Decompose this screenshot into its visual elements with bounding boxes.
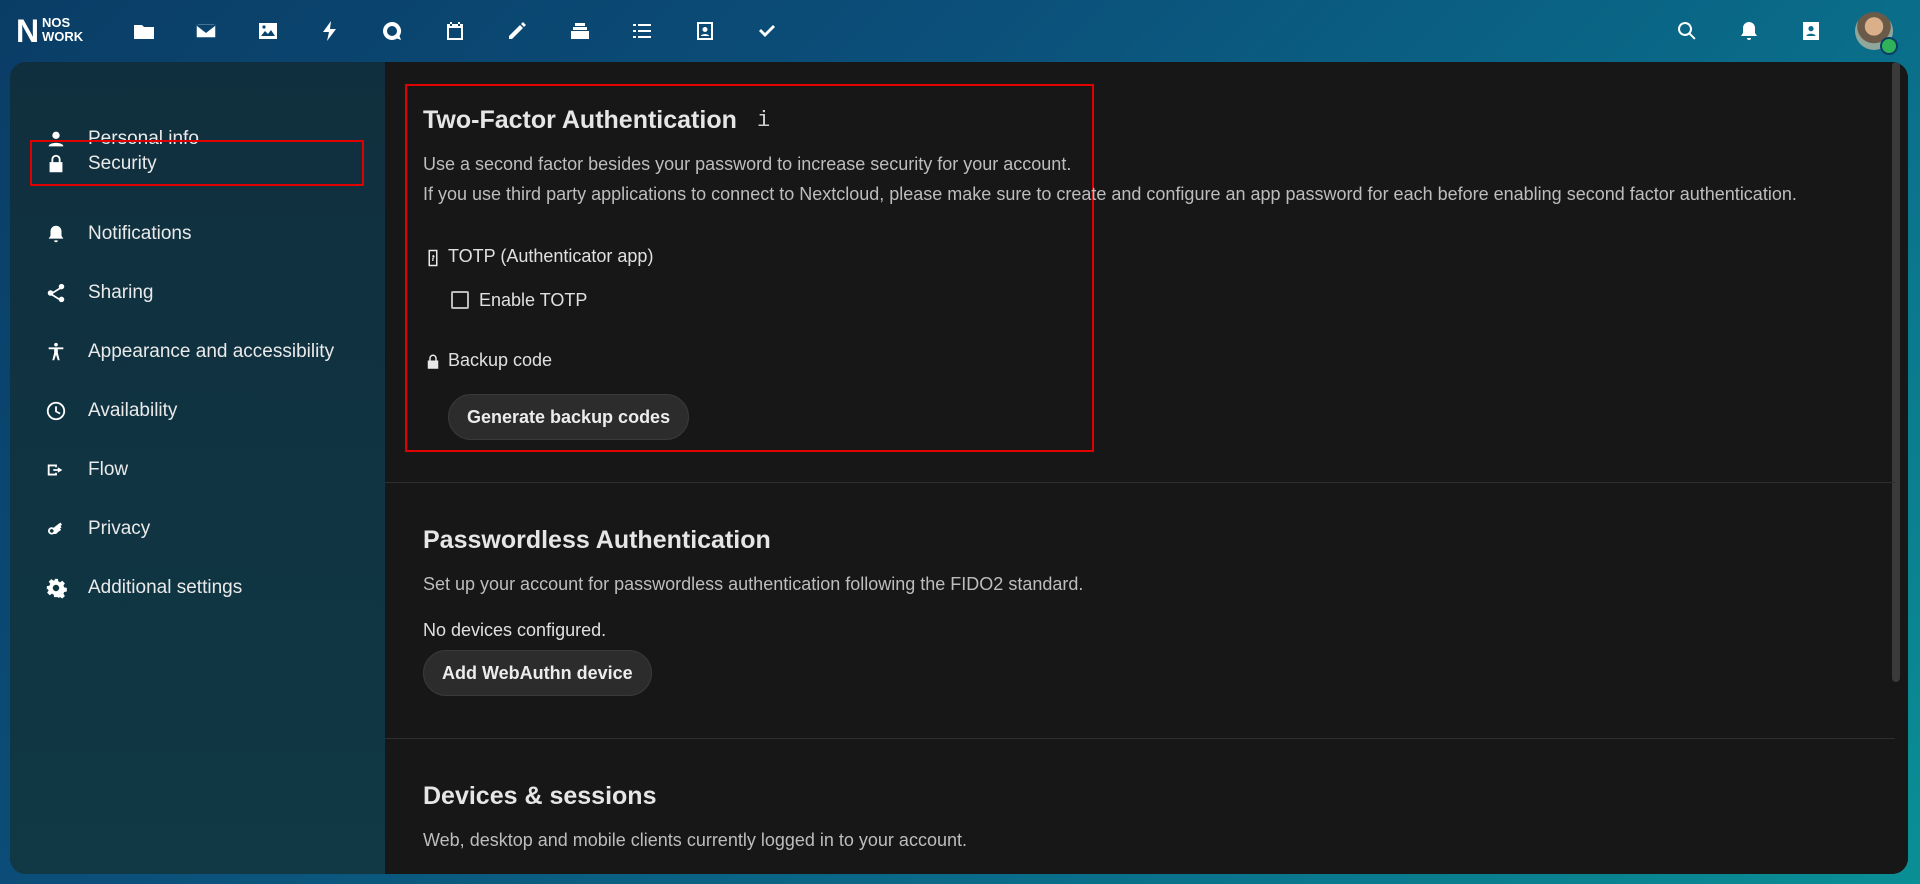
sidebar-item-sharing[interactable]: Sharing — [30, 271, 374, 315]
svg-text:N: N — [16, 13, 39, 48]
talk-icon[interactable] — [377, 16, 407, 46]
security-highlight-box — [30, 140, 364, 186]
settings-window: Personal info Security Notifications Sha… — [10, 62, 1908, 874]
backup-code-label: Backup code — [448, 350, 553, 370]
section-divider — [385, 738, 1895, 739]
svg-text:WORK: WORK — [42, 29, 84, 44]
sidebar-item-label: Flow — [88, 459, 129, 480]
notifications-icon[interactable] — [1734, 16, 1764, 46]
phone-key-icon — [424, 249, 442, 267]
svg-text:NOS: NOS — [42, 15, 71, 30]
settings-content: Two-Factor Authentication i Use a second… — [385, 62, 1908, 874]
sidebar-item-appearance[interactable]: Appearance and accessibility — [30, 330, 374, 374]
devices-sessions-title: Devices & sessions — [423, 782, 657, 810]
contacts-app-icon[interactable] — [690, 16, 720, 46]
online-status-indicator — [1880, 37, 1898, 55]
calendar-icon[interactable] — [440, 16, 470, 46]
checkmark-icon[interactable] — [752, 16, 782, 46]
sidebar-item-additional-settings[interactable]: Additional settings — [30, 566, 374, 610]
sidebar-item-label: Sharing — [88, 282, 154, 303]
deck-icon[interactable] — [565, 16, 595, 46]
key-icon — [42, 515, 70, 543]
files-icon[interactable] — [129, 16, 159, 46]
passwordless-title: Passwordless Authentication — [423, 526, 771, 554]
two-factor-description-2: If you use third party applications to c… — [423, 184, 1797, 204]
gear-icon — [42, 574, 70, 602]
photos-icon[interactable] — [253, 16, 283, 46]
enable-totp-checkbox[interactable] — [451, 291, 469, 309]
search-icon[interactable] — [1672, 16, 1702, 46]
nos-work-logo[interactable]: N NOS WORK — [16, 12, 96, 49]
sidebar-item-label: Appearance and accessibility — [88, 341, 335, 362]
sidebar-item-availability[interactable]: Availability — [30, 389, 374, 433]
generate-backup-codes-button[interactable]: Generate backup codes — [448, 394, 690, 440]
clock-icon — [42, 397, 70, 425]
sidebar-item-label: Notifications — [88, 223, 192, 244]
two-factor-title: Two-Factor Authentication — [423, 106, 737, 134]
sidebar-item-flow[interactable]: Flow — [30, 448, 374, 492]
contacts-icon[interactable] — [1796, 16, 1826, 46]
sidebar-item-label: Additional settings — [88, 577, 243, 598]
sidebar-item-label: Privacy — [88, 518, 151, 539]
passwordless-description: Set up your account for passwordless aut… — [423, 574, 1084, 594]
sidebar-item-label: Availability — [88, 400, 178, 421]
add-webauthn-device-button[interactable]: Add WebAuthn device — [423, 650, 652, 696]
tasks-icon[interactable] — [627, 16, 657, 46]
bell-icon — [42, 220, 70, 248]
activity-icon[interactable] — [315, 16, 345, 46]
accessibility-icon — [42, 338, 70, 366]
lock-icon — [424, 353, 442, 371]
no-devices-text: No devices configured. — [423, 620, 607, 640]
sidebar-item-privacy[interactable]: Privacy — [30, 507, 374, 551]
notes-icon[interactable] — [502, 16, 532, 46]
settings-sidebar: Personal info Security Notifications Sha… — [10, 62, 385, 874]
section-divider — [385, 482, 1895, 483]
mail-icon[interactable] — [191, 16, 221, 46]
totp-label: TOTP (Authenticator app) — [448, 246, 654, 266]
sidebar-item-notifications[interactable]: Notifications — [30, 212, 374, 256]
enable-totp-label[interactable]: Enable TOTP — [479, 290, 587, 311]
info-icon[interactable]: i — [757, 108, 770, 133]
devices-sessions-description: Web, desktop and mobile clients currentl… — [423, 830, 967, 850]
content-scrollbar[interactable] — [1892, 62, 1900, 682]
share-icon — [42, 279, 70, 307]
top-bar: N NOS WORK — [0, 0, 1920, 62]
flow-icon — [42, 456, 70, 484]
two-factor-description-1: Use a second factor besides your passwor… — [423, 154, 1072, 174]
